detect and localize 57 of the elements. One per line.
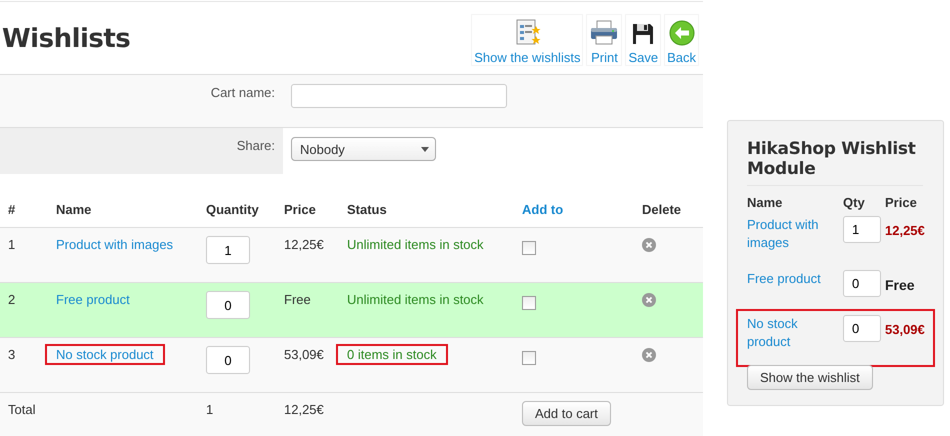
column-header: Price [284, 202, 316, 217]
product-link[interactable]: Free product [45, 289, 141, 310]
column-header: Name [747, 195, 782, 210]
column-header: Delete [642, 202, 682, 217]
product-link[interactable]: No stock product [45, 344, 165, 365]
page-title: Wishlists [2, 24, 130, 54]
column-header: Price [885, 195, 917, 210]
checkbox[interactable] [522, 351, 536, 365]
quantity-field[interactable]: 0 [843, 315, 881, 342]
toolbar-button[interactable]: Save [625, 14, 662, 66]
product-link[interactable]: Product with images [747, 216, 843, 252]
quantity-field[interactable]: 0 [206, 291, 250, 319]
row-number: 1 [8, 237, 16, 252]
add-to-cart-button[interactable]: Add to cart [522, 401, 611, 426]
printer-icon [589, 20, 620, 46]
checkbox[interactable] [522, 296, 536, 310]
field-label: Share: [236, 138, 275, 153]
column-header: Qty [843, 195, 865, 210]
toolbar-button[interactable]: Back [664, 14, 699, 66]
caret-icon [421, 146, 429, 152]
delete-icon[interactable] [642, 348, 656, 362]
stock-status: 0 items in stock [336, 344, 448, 365]
price-text: Free [284, 292, 311, 307]
cart-name-field[interactable] [291, 84, 507, 108]
delete-icon[interactable] [642, 238, 656, 252]
price-text: 12,25€ [885, 223, 925, 238]
quantity-field[interactable]: 0 [843, 270, 881, 297]
price-text: 53,09€ [284, 347, 324, 362]
row-number: 3 [8, 347, 16, 362]
price-text: 12,25€ [284, 237, 324, 252]
delete-icon[interactable] [642, 293, 656, 307]
column-header: Status [347, 202, 387, 217]
total-quantity: 1 [206, 402, 214, 417]
module-title: HikaShop Wishlist Module [747, 139, 923, 186]
quantity-field[interactable]: 1 [843, 216, 881, 243]
price-text: Free [885, 277, 915, 293]
checkbox[interactable] [522, 241, 536, 255]
show-wishlist-button[interactable]: Show the wishlist [747, 365, 873, 390]
toolbar-button[interactable]: Show the wishlists [471, 14, 584, 66]
total-price: 12,25€ [284, 402, 324, 417]
share-dropdown[interactable]: Nobody [291, 137, 436, 161]
price-text: 53,09€ [885, 322, 925, 337]
field-label: Cart name: [210, 85, 275, 100]
toolbar-button[interactable]: Print [586, 14, 622, 66]
product-link[interactable]: Product with images [45, 234, 184, 255]
stock-status: Unlimited items in stock [346, 236, 485, 254]
product-link[interactable]: Free product [747, 270, 843, 288]
row-number: 2 [8, 292, 16, 307]
total-label: Total [8, 402, 36, 417]
quantity-field[interactable]: 1 [206, 236, 250, 264]
column-header: # [8, 202, 16, 217]
column-header: Name [56, 202, 92, 217]
product-link[interactable]: No stock product [747, 315, 843, 351]
column-header-link[interactable]: Add to [522, 202, 564, 217]
column-header: Quantity [206, 202, 259, 217]
quantity-field[interactable]: 0 [206, 346, 250, 374]
stock-status: Unlimited items in stock [346, 291, 485, 309]
